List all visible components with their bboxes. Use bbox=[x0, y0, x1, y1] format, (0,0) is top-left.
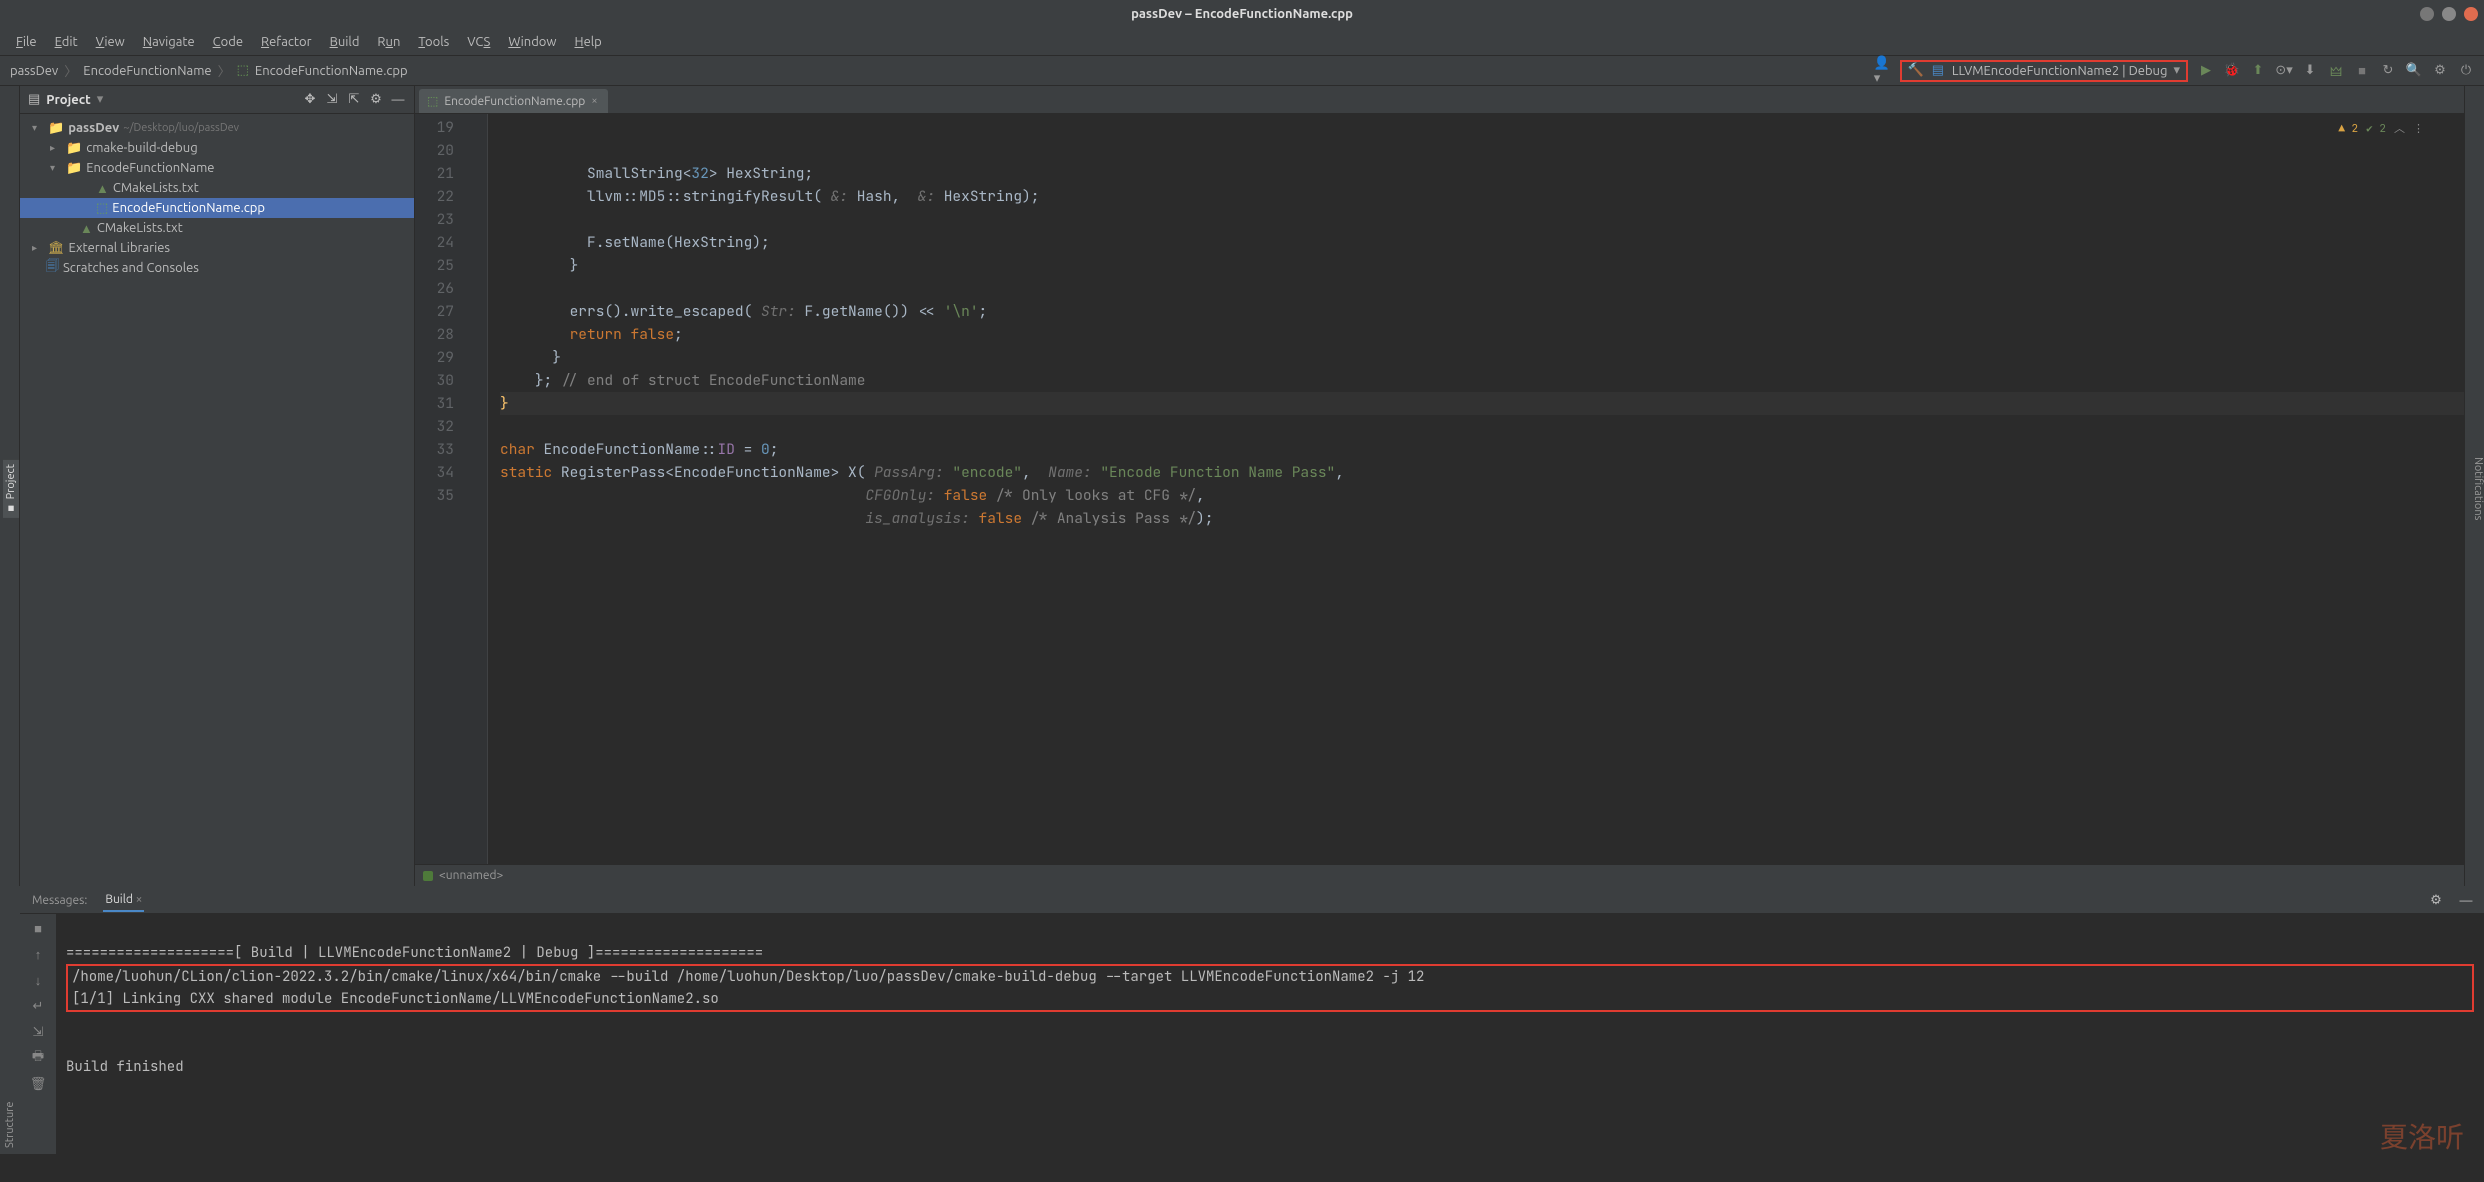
project-tool-tab[interactable]: ■ Project bbox=[3, 460, 19, 518]
window-close-button[interactable] bbox=[2464, 7, 2478, 21]
attach-icon[interactable]: ⬇ bbox=[2302, 63, 2318, 79]
hide-icon[interactable]: — bbox=[390, 92, 406, 108]
build-header-line: ====================[ Build | LLVMEncode… bbox=[66, 944, 763, 962]
print-icon[interactable]: 🖶 bbox=[30, 1050, 46, 1066]
settings-icon[interactable]: ⚙ bbox=[2428, 893, 2444, 909]
up-icon[interactable]: ↑ bbox=[30, 946, 46, 962]
menu-refactor[interactable]: Refactor bbox=[253, 32, 320, 52]
collapse-icon[interactable]: ⇱ bbox=[346, 92, 362, 108]
right-tool-strip: Notifications Database bbox=[2464, 86, 2484, 886]
editor-tab[interactable]: ⬚ EncodeFunctionName.cpp × bbox=[419, 89, 608, 113]
menu-vcs[interactable]: VCS bbox=[459, 32, 498, 52]
console-output[interactable]: ====================[ Build | LLVMEncode… bbox=[56, 914, 2484, 1154]
scroll-icon[interactable]: ⇲ bbox=[30, 1024, 46, 1040]
hammer-icon: 🔨 bbox=[1908, 63, 1924, 79]
menu-build[interactable]: Build bbox=[322, 32, 368, 52]
run-icon[interactable]: ▶ bbox=[2198, 63, 2214, 79]
breadcrumb-root[interactable]: passDev bbox=[10, 64, 58, 78]
build-panel: Structure Messages: Build × ⚙ — ■ ↑ ↓ ↵ … bbox=[0, 886, 2484, 1154]
breadcrumb-sep: 〉 bbox=[218, 61, 231, 80]
window-minimize-button[interactable] bbox=[2420, 7, 2434, 21]
rerun-icon[interactable]: ■ bbox=[30, 920, 46, 936]
gutter-marks bbox=[470, 114, 488, 864]
reload-icon[interactable]: ↻ bbox=[2380, 63, 2396, 79]
project-panel-header: ▤ Project ▾ ✥ ⇲ ⇱ ⚙ — bbox=[20, 86, 414, 114]
build-command-highlight: /home/luohun/CLion/clion-2022.3.2/bin/cm… bbox=[66, 964, 2474, 1012]
window-maximize-button[interactable] bbox=[2442, 7, 2456, 21]
build-panel-tabs: Messages: Build × ⚙ — bbox=[20, 888, 2484, 914]
menu-navigate[interactable]: Navigate bbox=[135, 32, 203, 52]
window-title: passDev – EncodeFunctionName.cpp bbox=[1131, 7, 1353, 21]
project-panel-title[interactable]: Project bbox=[46, 93, 90, 107]
tree-source-file[interactable]: ⬚ EncodeFunctionName.cpp bbox=[20, 198, 414, 218]
debug-icon[interactable]: 🐞 bbox=[2224, 63, 2240, 79]
project-panel: ▤ Project ▾ ✥ ⇲ ⇱ ⚙ — ▾📁 passDev ~/Deskt… bbox=[20, 86, 415, 886]
menu-file[interactable]: File bbox=[8, 32, 45, 52]
valgrind-icon[interactable]: 🜲 bbox=[2328, 63, 2344, 79]
chevron-down-icon: ▾ bbox=[2173, 63, 2180, 78]
down-icon[interactable]: ↓ bbox=[30, 972, 46, 988]
structure-tool-tab[interactable]: Structure bbox=[0, 888, 20, 1154]
tree-cmake-root[interactable]: ▲ CMakeLists.txt bbox=[20, 218, 414, 238]
menu-tools[interactable]: Tools bbox=[410, 32, 457, 52]
breadcrumb-sep: 〉 bbox=[64, 61, 77, 80]
run-config-selector[interactable]: 🔨 ▤ LLVMEncodeFunctionName2 | Debug ▾ bbox=[1900, 60, 2188, 82]
messages-tab[interactable]: Messages: bbox=[30, 890, 89, 911]
code-content[interactable]: SmallString<32> HexString; llvm::MD5::st… bbox=[488, 114, 2464, 864]
menu-help[interactable]: Help bbox=[567, 32, 610, 52]
stop-icon[interactable]: ■ bbox=[2354, 63, 2370, 79]
add-config-icon[interactable]: 👤▾ bbox=[1874, 63, 1890, 79]
main-toolbar: passDev 〉 EncodeFunctionName 〉 ⬚ EncodeF… bbox=[0, 56, 2484, 86]
console-toolbar: ■ ↑ ↓ ↵ ⇲ 🖶 🗑 bbox=[20, 914, 56, 1154]
nav-scope[interactable]: <unnamed> bbox=[439, 869, 503, 882]
breadcrumb-file[interactable]: EncodeFunctionName.cpp bbox=[255, 64, 408, 78]
left-tool-strip: ■ Project bbox=[0, 86, 20, 886]
profile-icon[interactable]: ⊙▾ bbox=[2276, 63, 2292, 79]
trash-icon[interactable]: 🗑 bbox=[30, 1076, 46, 1092]
project-tree: ▾📁 passDev ~/Desktop/luo/passDev ▸📁 cmak… bbox=[20, 114, 414, 282]
expand-icon[interactable]: ⇲ bbox=[324, 92, 340, 108]
tree-scratches[interactable]: 🗐 Scratches and Consoles bbox=[20, 258, 414, 278]
menu-run[interactable]: Run bbox=[369, 32, 408, 52]
tree-cmake-debug[interactable]: ▸📁 cmake-build-debug bbox=[20, 138, 414, 158]
menu-view[interactable]: View bbox=[88, 32, 133, 52]
settings-icon[interactable]: ⚙ bbox=[2432, 63, 2448, 79]
tree-external-libs[interactable]: ▸🏛 External Libraries bbox=[20, 238, 414, 258]
line-gutter: 19 20 21 22 23 24 25 26 27 28 29 30 31 3… bbox=[415, 114, 470, 864]
title-bar: passDev – EncodeFunctionName.cpp bbox=[0, 0, 2484, 28]
gear-icon[interactable]: ⚙ bbox=[368, 92, 384, 108]
menu-code[interactable]: Code bbox=[205, 32, 251, 52]
chevron-down-icon[interactable]: ▾ bbox=[97, 92, 104, 107]
run-config-label: LLVMEncodeFunctionName2 | Debug bbox=[1952, 64, 2168, 78]
project-icon: ▤ bbox=[28, 92, 40, 107]
locate-icon[interactable]: ✥ bbox=[302, 92, 318, 108]
tree-cmakelists[interactable]: ▲ CMakeLists.txt bbox=[20, 178, 414, 198]
target-icon: ▤ bbox=[1930, 63, 1946, 79]
build-finished-line: Build finished bbox=[66, 1058, 184, 1076]
breadcrumb-folder[interactable]: EncodeFunctionName bbox=[83, 64, 211, 78]
hide-panel-icon[interactable]: — bbox=[2458, 893, 2474, 909]
breadcrumb: passDev 〉 EncodeFunctionName 〉 ⬚ EncodeF… bbox=[10, 61, 1874, 80]
search-icon[interactable]: 🔍 bbox=[2406, 63, 2422, 79]
notifications-tab[interactable]: Notifications bbox=[2472, 457, 2484, 520]
cpp-file-icon: ⬚ bbox=[427, 94, 438, 108]
namespace-icon bbox=[423, 871, 433, 881]
editor-tab-label: EncodeFunctionName.cpp bbox=[444, 95, 585, 108]
tree-root[interactable]: ▾📁 passDev ~/Desktop/luo/passDev bbox=[20, 118, 414, 138]
editor-tab-bar: ⬚ EncodeFunctionName.cpp × bbox=[415, 86, 2464, 114]
nav-bar: <unnamed> bbox=[415, 864, 2464, 886]
watermark: 夏洛听 bbox=[2380, 1128, 2464, 1150]
code-editor[interactable]: ▲ 2 ✔ 2 ︿ ⋮ 19 20 21 22 23 24 25 26 27 2… bbox=[415, 114, 2464, 864]
coverage-icon[interactable]: ⬆ bbox=[2250, 63, 2266, 79]
menu-window[interactable]: Window bbox=[500, 32, 564, 52]
soft-wrap-icon[interactable]: ↵ bbox=[30, 998, 46, 1014]
build-console: ■ ↑ ↓ ↵ ⇲ 🖶 🗑 ====================[ Buil… bbox=[20, 914, 2484, 1154]
close-tab-icon[interactable]: × bbox=[591, 95, 597, 107]
menu-edit[interactable]: Edit bbox=[47, 32, 86, 52]
tree-pkg[interactable]: ▾📁 EncodeFunctionName bbox=[20, 158, 414, 178]
build-tab[interactable]: Build × bbox=[103, 889, 144, 912]
profiler-icon[interactable]: ⏻ bbox=[2458, 63, 2474, 79]
editor-area: ⬚ EncodeFunctionName.cpp × ▲ 2 ✔ 2 ︿ ⋮ 1… bbox=[415, 86, 2464, 886]
menu-bar: File Edit View Navigate Code Refactor Bu… bbox=[0, 28, 2484, 56]
